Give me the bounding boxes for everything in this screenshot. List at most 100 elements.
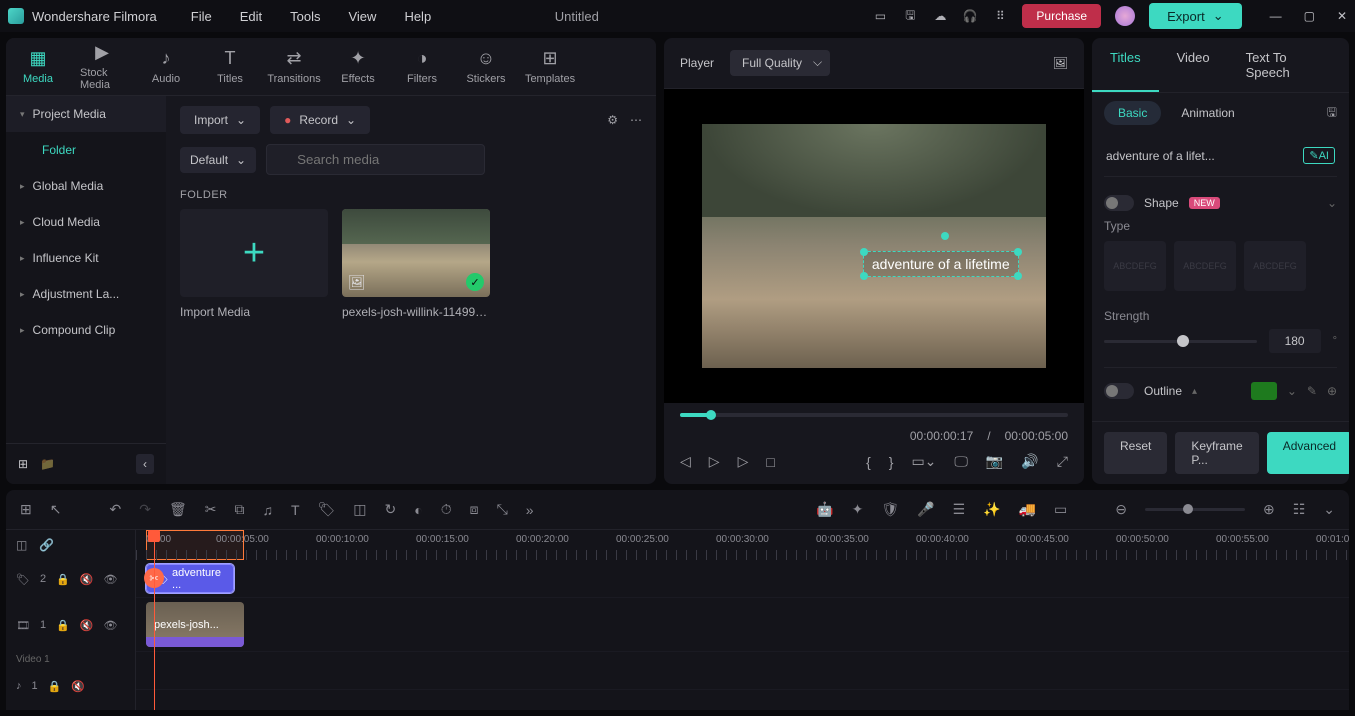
menu-edit[interactable]: Edit: [240, 9, 262, 24]
chevron-down-icon[interactable]: ⌄: [1327, 196, 1337, 210]
music-icon[interactable]: ♫: [262, 502, 273, 518]
filter-icon[interactable]: ⚙: [607, 113, 618, 127]
tab-audio[interactable]: ♪Audio: [134, 43, 198, 91]
mark-in-button[interactable]: {: [866, 454, 871, 470]
tab-stickers[interactable]: ☺Stickers: [454, 43, 518, 91]
stop-button[interactable]: □: [766, 454, 774, 470]
group-icon[interactable]: ⧈: [470, 501, 479, 518]
ai-edit-icon[interactable]: ✎AI: [1303, 147, 1335, 164]
media-item[interactable]: 🖼✓ pexels-josh-willink-11499-7...: [342, 209, 490, 319]
add-icon[interactable]: ⊕: [1327, 384, 1337, 398]
delete-icon[interactable]: 🗑: [169, 501, 187, 518]
grid-icon[interactable]: ⊞: [20, 501, 32, 518]
save-preset-icon[interactable]: 🖫: [1327, 103, 1337, 124]
folder-icon[interactable]: 📁: [40, 457, 55, 471]
zoom-slider[interactable]: [1145, 508, 1245, 511]
player-viewport[interactable]: adventure of a lifetime: [664, 89, 1084, 403]
purchase-button[interactable]: Purchase: [1022, 4, 1101, 28]
chevron-up-icon[interactable]: ▴: [1192, 386, 1197, 397]
audio-track[interactable]: [136, 652, 1349, 690]
timer-icon[interactable]: ⏱: [441, 501, 452, 518]
subtitle-icon[interactable]: ▭: [1054, 501, 1067, 518]
apps-icon[interactable]: ⠿: [992, 8, 1008, 24]
aspect-menu-button[interactable]: ▭⌄: [911, 453, 936, 470]
minimize-icon[interactable]: —: [1270, 9, 1282, 23]
menu-file[interactable]: File: [191, 9, 212, 24]
shape-toggle[interactable]: [1104, 195, 1134, 211]
save-icon[interactable]: 🖫: [902, 8, 918, 24]
zoom-out-icon[interactable]: ⊖: [1115, 501, 1127, 518]
sidebar-item-influence-kit[interactable]: ▸Influence Kit: [6, 240, 166, 276]
quality-dropdown[interactable]: Full Quality: [730, 50, 830, 76]
advanced-button[interactable]: Advanced: [1267, 432, 1349, 474]
import-dropdown[interactable]: Import⌄: [180, 106, 260, 134]
tab-media[interactable]: ▦Media: [6, 43, 70, 91]
link-icon[interactable]: 🔗: [39, 538, 54, 552]
tab-filters[interactable]: ◑Filters: [390, 43, 454, 91]
outline-toggle[interactable]: [1104, 383, 1134, 399]
sidebar-item-folder[interactable]: Folder: [6, 132, 166, 168]
eyedropper-icon[interactable]: ✎: [1307, 384, 1317, 398]
tab-titles[interactable]: TTitles: [198, 43, 262, 91]
collapse-sidebar-button[interactable]: ‹: [136, 454, 154, 474]
sidebar-item-project-media[interactable]: ▾Project Media: [6, 96, 166, 132]
outline-color-swatch[interactable]: [1251, 382, 1277, 400]
cut-icon[interactable]: ✂: [205, 501, 217, 518]
view-mode-icon[interactable]: ☷: [1293, 501, 1306, 518]
subtab-basic[interactable]: Basic: [1104, 101, 1161, 125]
visibility-icon[interactable]: 👁: [104, 573, 118, 586]
subtab-animation[interactable]: Animation: [1167, 101, 1248, 125]
tab-stock-media[interactable]: ▶Stock Media: [70, 38, 134, 97]
sidebar-item-global-media[interactable]: ▸Global Media: [6, 168, 166, 204]
layout-icon[interactable]: ▭: [872, 8, 888, 24]
lock-icon[interactable]: 🔒: [56, 619, 70, 632]
mic-icon[interactable]: 🎤: [917, 501, 934, 518]
more-tools-icon[interactable]: »: [526, 502, 534, 518]
shape-option-wave[interactable]: ABCDEFG: [1174, 241, 1236, 291]
color-icon[interactable]: ◐: [414, 502, 422, 518]
new-folder-icon[interactable]: ⊞: [18, 457, 28, 471]
tab-effects[interactable]: ✦Effects: [326, 43, 390, 91]
timeline-tracks[interactable]: 00:00 00:00:05:00 00:00:10:00 00:00:15:0…: [136, 530, 1349, 710]
visibility-icon[interactable]: 👁: [104, 619, 118, 632]
strength-value[interactable]: 180: [1269, 329, 1321, 353]
inspector-tab-tts[interactable]: Text To Speech: [1228, 38, 1349, 92]
truck-icon[interactable]: 🚚: [1019, 501, 1036, 518]
reset-button[interactable]: Reset: [1104, 432, 1167, 474]
inspector-tab-video[interactable]: Video: [1159, 38, 1228, 92]
lock-icon[interactable]: 🔒: [56, 573, 70, 586]
keyframe-panel-button[interactable]: Keyframe P...: [1175, 432, 1258, 474]
chevron-down-icon[interactable]: ⌄: [1287, 384, 1297, 398]
cloud-icon[interactable]: ☁: [932, 8, 948, 24]
rotate-handle[interactable]: [941, 232, 949, 240]
pointer-icon[interactable]: ↖: [50, 501, 62, 518]
search-input[interactable]: [266, 144, 485, 175]
play-button[interactable]: ▷: [709, 453, 720, 470]
resize-handle[interactable]: [1014, 248, 1022, 256]
strength-slider[interactable]: [1104, 340, 1257, 343]
ai-icon[interactable]: 🤖: [816, 501, 833, 518]
display-icon[interactable]: 🖵: [954, 453, 968, 470]
mark-out-button[interactable]: }: [889, 454, 894, 470]
sort-dropdown[interactable]: Default⌄: [180, 147, 256, 173]
tag-icon[interactable]: 🏷: [318, 501, 336, 518]
text-icon[interactable]: T: [291, 502, 300, 518]
headphones-icon[interactable]: 🎧: [962, 8, 978, 24]
mute-icon[interactable]: 🔇: [80, 619, 94, 632]
fullscreen-icon[interactable]: ⤢: [1057, 453, 1068, 470]
tab-transitions[interactable]: ⇄Transitions: [262, 43, 326, 91]
snapshot-icon[interactable]: 📷: [986, 453, 1003, 470]
speed-icon[interactable]: ↻: [385, 501, 397, 518]
prev-frame-button[interactable]: ◁: [680, 453, 691, 470]
snapshot-mode-icon[interactable]: 🖼: [1053, 56, 1068, 70]
sidebar-item-cloud-media[interactable]: ▸Cloud Media: [6, 204, 166, 240]
mute-icon[interactable]: 🔇: [80, 573, 94, 586]
maximize-icon[interactable]: ▢: [1304, 9, 1315, 23]
resize-handle[interactable]: [860, 272, 868, 280]
mute-icon[interactable]: 🔇: [71, 680, 85, 693]
shape-option-circle[interactable]: ABCDEFG: [1244, 241, 1306, 291]
shape-option-arc[interactable]: ABCDEFG: [1104, 241, 1166, 291]
time-ruler[interactable]: 00:00 00:00:05:00 00:00:10:00 00:00:15:0…: [136, 530, 1349, 560]
redo-icon[interactable]: ↷: [139, 501, 151, 518]
sparkle-icon[interactable]: ✦: [852, 501, 864, 518]
